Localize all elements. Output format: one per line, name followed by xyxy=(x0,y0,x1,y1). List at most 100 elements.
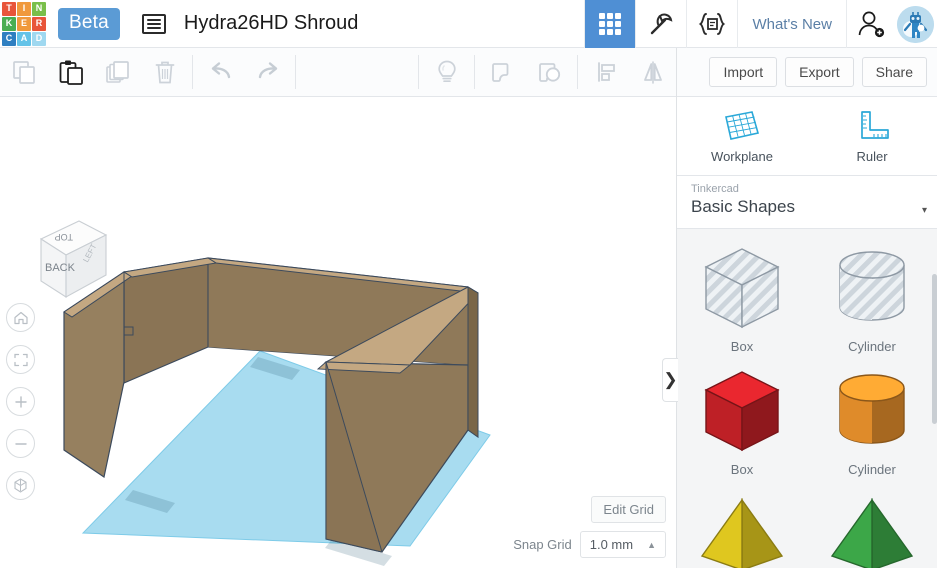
whats-new-link[interactable]: What's New xyxy=(737,0,846,48)
snap-grid-row: Snap Grid 1.0 mm ▲ xyxy=(513,531,666,558)
logo-tile-k: K xyxy=(2,16,16,31)
shape-label: Cylinder xyxy=(848,339,896,354)
shape-grid: Box Cylinder Box Cylinder xyxy=(677,229,937,568)
add-person-icon xyxy=(858,11,885,38)
edit-toolbar xyxy=(0,48,676,97)
home-view-button[interactable] xyxy=(6,303,35,332)
lightbulb-icon xyxy=(437,60,456,82)
shape-box-hole[interactable]: Box xyxy=(677,239,807,358)
redo-arrow-icon xyxy=(258,62,277,79)
align-button[interactable] xyxy=(582,48,629,97)
logo-tile-e: E xyxy=(17,16,31,31)
shape-panel-scrollbar[interactable] xyxy=(932,274,937,424)
share-button[interactable]: Share xyxy=(861,57,927,87)
library-title: Basic Shapes xyxy=(691,197,795,216)
tinkercad-app: TINKERCAD Beta Hydra26HD Shroud What's N… xyxy=(0,0,937,568)
ruler-tool[interactable]: Ruler xyxy=(807,97,937,175)
ortho-cube-icon xyxy=(14,478,27,493)
beta-badge: Beta xyxy=(58,7,120,40)
snap-grid-select[interactable]: 1.0 mm ▲ xyxy=(579,531,666,558)
align-icon xyxy=(597,62,615,82)
copy-button[interactable] xyxy=(0,48,47,97)
notes-button[interactable] xyxy=(423,48,470,97)
toolbar-divider xyxy=(474,55,475,89)
pickaxe-icon xyxy=(651,13,673,35)
projection-toggle-button[interactable] xyxy=(6,471,35,500)
code-button[interactable] xyxy=(686,0,737,48)
grid-icon xyxy=(599,13,622,35)
logo-tile-i: I xyxy=(17,1,31,16)
view-cube[interactable]: TOP BACK LEFT xyxy=(14,209,114,301)
plus-icon xyxy=(14,395,27,408)
shape-pyramid-green[interactable] xyxy=(807,484,937,568)
cylinder-thumbnail xyxy=(839,251,905,321)
shape-pyramid-yellow[interactable] xyxy=(677,484,807,568)
logo-tile-a: A xyxy=(17,31,31,46)
group-shapes-icon xyxy=(491,63,508,82)
undo-button[interactable] xyxy=(197,48,244,97)
zoom-out-button[interactable] xyxy=(6,429,35,458)
delete-button[interactable] xyxy=(141,48,188,97)
box-thumbnail xyxy=(704,370,780,451)
avatar[interactable] xyxy=(897,5,934,43)
paste-button[interactable] xyxy=(47,48,94,97)
box-thumbnail xyxy=(704,248,780,329)
fit-brackets-icon xyxy=(13,353,28,366)
workplane-tool-label: Workplane xyxy=(711,149,773,164)
panel-tools: Workplane Ruler xyxy=(677,97,937,176)
import-button[interactable]: Import xyxy=(709,57,778,87)
ungroup-button[interactable] xyxy=(526,48,573,97)
codeblocks-button[interactable] xyxy=(635,0,686,48)
shape-library-header[interactable]: Tinkercad Basic Shapes ▾ xyxy=(677,176,937,229)
document-list-icon[interactable] xyxy=(141,13,166,34)
shape-label: Box xyxy=(730,461,754,477)
trash-icon xyxy=(155,61,174,84)
duplicate-icon xyxy=(105,61,129,83)
fit-view-button[interactable] xyxy=(6,345,35,374)
logo-tile-r: R xyxy=(32,16,46,31)
design-canvas[interactable]: TOP BACK LEFT Edit Grid Snap Grid 1.0 mm… xyxy=(0,97,676,568)
pyramid-thumbnail xyxy=(830,498,914,568)
view-cube-front-label: BACK xyxy=(45,262,76,274)
zoom-in-button[interactable] xyxy=(6,387,35,416)
shape-label: Cylinder xyxy=(848,461,896,477)
logo-tile-n: N xyxy=(32,1,46,16)
workplane-icon xyxy=(725,111,760,140)
top-bar-right: What's New xyxy=(584,0,937,48)
pyramid-thumbnail xyxy=(700,498,784,568)
shape-box-red[interactable]: Box xyxy=(677,362,807,481)
apps-grid-button[interactable] xyxy=(584,0,636,48)
workplane-tool[interactable]: Workplane xyxy=(677,97,807,175)
chevron-down-icon: ▾ xyxy=(921,205,927,216)
paste-icon xyxy=(59,60,83,85)
cylinder-thumbnail xyxy=(839,373,905,444)
redo-button[interactable] xyxy=(244,48,291,97)
collapse-panel-button[interactable]: ❯ xyxy=(662,358,678,402)
home-icon xyxy=(13,311,28,324)
ruler-icon xyxy=(861,111,889,139)
user-avatar xyxy=(897,5,934,43)
shape-cylinder-hole[interactable]: Cylinder xyxy=(807,239,937,358)
edit-grid-button[interactable]: Edit Grid xyxy=(591,496,666,523)
duplicate-button[interactable] xyxy=(94,48,141,97)
shroud-right-panel xyxy=(467,286,479,438)
minus-icon xyxy=(14,442,27,445)
group-button[interactable] xyxy=(479,48,526,97)
export-button[interactable]: Export xyxy=(785,57,854,87)
copy-icon xyxy=(12,61,35,84)
page-title: Hydra26HD Shroud xyxy=(183,12,359,34)
mirror-button[interactable] xyxy=(629,48,676,97)
add-user-button[interactable] xyxy=(846,0,895,48)
logo-tile-t: T xyxy=(2,1,16,16)
panel-action-buttons: Import Export Share xyxy=(677,48,937,97)
top-bar: TINKERCAD Beta Hydra26HD Shroud What's N… xyxy=(0,0,937,48)
shape-cylinder-orange[interactable]: Cylinder xyxy=(807,362,937,481)
toolbar-divider xyxy=(192,55,193,89)
logo-tile-c: C xyxy=(2,31,16,46)
snap-grid-value: 1.0 mm xyxy=(589,537,634,552)
tinkercad-logo[interactable]: TIN KER CAD xyxy=(1,1,47,47)
mirror-icon xyxy=(643,61,662,84)
view-cube-top-label: TOP xyxy=(55,232,73,242)
right-panel: ❯ Import Export Share Workplane Ruler Ti… xyxy=(662,48,937,568)
view-nav-buttons xyxy=(6,303,35,500)
